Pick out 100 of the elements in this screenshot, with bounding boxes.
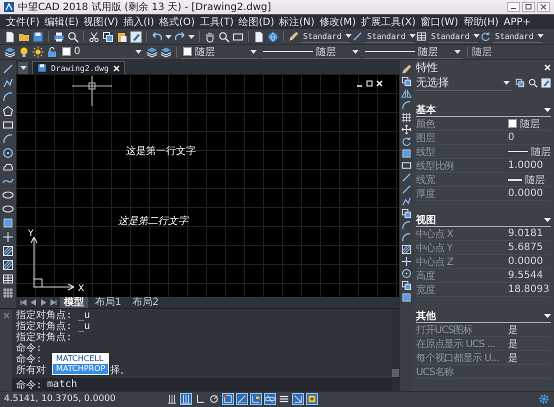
menu-item[interactable]: 标注(N) xyxy=(277,15,317,29)
grid-icon[interactable] xyxy=(401,112,412,123)
restore-button[interactable] xyxy=(366,80,374,87)
search-icon[interactable] xyxy=(67,30,79,42)
rotate-icon[interactable] xyxy=(480,31,491,42)
move-icon[interactable] xyxy=(401,124,412,135)
collapse-icon[interactable] xyxy=(544,106,551,112)
close-button[interactable] xyxy=(537,2,550,12)
minimize-button[interactable] xyxy=(507,2,520,12)
arc-icon[interactable] xyxy=(2,133,14,145)
scrollbar[interactable] xyxy=(392,309,400,391)
save-icon[interactable] xyxy=(32,30,44,42)
gear-icon[interactable] xyxy=(538,393,550,405)
document-tab[interactable]: Drawing2.dwg xyxy=(32,61,125,74)
ellipse-icon[interactable] xyxy=(2,203,14,215)
arc-icon[interactable] xyxy=(401,220,412,231)
tab-list-button[interactable] xyxy=(18,62,28,74)
layout-tab[interactable]: 布局2 xyxy=(128,297,163,308)
rectangle-icon[interactable] xyxy=(2,119,14,131)
plot-style-field[interactable]: 随层 xyxy=(472,45,492,59)
search-icon[interactable] xyxy=(218,30,230,42)
style-dropdown[interactable]: Standard xyxy=(365,30,414,43)
line-icon[interactable] xyxy=(352,31,363,42)
copy-icon[interactable] xyxy=(401,208,412,219)
style-dropdown[interactable]: Standard xyxy=(429,30,478,43)
point-icon[interactable] xyxy=(2,231,14,243)
scissors-icon[interactable] xyxy=(88,30,100,42)
first-tab-button[interactable] xyxy=(20,299,27,306)
menu-item[interactable]: 绘图(D) xyxy=(236,15,276,29)
menu-item[interactable]: 工具(T) xyxy=(198,15,236,29)
hatch-icon[interactable] xyxy=(2,259,14,271)
arc-icon[interactable] xyxy=(401,100,412,111)
search-icon[interactable] xyxy=(528,78,538,88)
copy-icon[interactable] xyxy=(401,76,412,87)
menu-item[interactable]: 修改(M) xyxy=(318,15,358,29)
square-icon[interactable] xyxy=(401,148,412,159)
bulb-icon[interactable] xyxy=(18,46,30,58)
command-input[interactable]: 命令: match xyxy=(12,378,392,391)
layers-icon[interactable] xyxy=(146,46,158,58)
copy-icon[interactable] xyxy=(102,30,114,42)
table-icon[interactable] xyxy=(2,273,14,285)
lock-icon[interactable] xyxy=(46,46,58,58)
grid-toggle[interactable] xyxy=(166,393,178,405)
copy-icon[interactable] xyxy=(401,280,412,291)
menu-item[interactable]: 扩展工具(X) xyxy=(358,15,418,29)
layer-dropdown[interactable]: 0 xyxy=(60,46,144,58)
layers-icon[interactable] xyxy=(160,46,172,58)
maximize-button[interactable] xyxy=(522,2,535,12)
selection-dropdown[interactable]: 无选择 xyxy=(416,76,512,90)
menu-item[interactable]: 帮助(H) xyxy=(461,15,501,29)
mirror-icon[interactable] xyxy=(401,88,412,99)
rectangle-icon[interactable] xyxy=(232,30,244,42)
last-tab-button[interactable] xyxy=(50,299,57,306)
polygon-icon[interactable] xyxy=(2,105,14,117)
menu-item[interactable]: 插入(I) xyxy=(121,15,156,29)
printer-icon[interactable] xyxy=(53,30,65,42)
menu-item[interactable]: 格式(O) xyxy=(157,15,197,29)
redo-icon[interactable] xyxy=(174,30,186,42)
menu-item[interactable]: APP+ xyxy=(502,16,533,28)
menu-item[interactable]: 文件(F) xyxy=(4,15,42,29)
undo-icon[interactable] xyxy=(151,30,163,42)
layers-icon[interactable] xyxy=(4,46,16,58)
globe-icon[interactable] xyxy=(267,30,279,42)
polyline-icon[interactable] xyxy=(401,196,412,207)
color-dropdown[interactable]: 随层 xyxy=(181,46,259,58)
lineweight-toggle[interactable] xyxy=(278,393,290,405)
cloud-icon[interactable] xyxy=(2,161,14,173)
polyline-icon[interactable] xyxy=(2,77,14,89)
drawing-canvas[interactable]: 这是第一行文字 这是第二行文字 Y X xyxy=(16,74,400,297)
table-icon[interactable] xyxy=(416,31,427,42)
pencil-icon[interactable] xyxy=(288,31,299,42)
hand-icon[interactable] xyxy=(204,30,216,42)
point-icon[interactable] xyxy=(401,256,412,267)
layout-tab[interactable]: 模型 xyxy=(60,297,88,308)
arc-icon[interactable] xyxy=(401,232,412,243)
arc-icon[interactable] xyxy=(2,91,14,103)
rotate-icon[interactable] xyxy=(401,136,412,147)
ellipse-icon[interactable] xyxy=(2,189,14,201)
copy-icon[interactable] xyxy=(515,78,525,88)
pencil-icon[interactable] xyxy=(401,64,412,75)
line-icon[interactable] xyxy=(401,172,412,183)
lineweight-dropdown[interactable]: 随层 xyxy=(363,46,463,58)
previous-tab-button[interactable] xyxy=(30,299,37,306)
line-icon[interactable] xyxy=(401,184,412,195)
rectangle-icon[interactable] xyxy=(401,160,412,171)
circle-icon[interactable] xyxy=(401,268,412,279)
collapse-icon[interactable] xyxy=(544,312,551,318)
square-icon[interactable] xyxy=(2,217,14,229)
drawing-text[interactable]: 这是第一行文字 xyxy=(126,144,196,158)
style-dropdown[interactable]: Standard xyxy=(301,30,350,43)
grid-icon[interactable] xyxy=(2,287,14,299)
style-dropdown[interactable]: Standard xyxy=(493,30,542,43)
sun-icon[interactable] xyxy=(32,46,44,58)
next-tab-button[interactable] xyxy=(40,299,47,306)
menu-item[interactable]: 窗口(W) xyxy=(418,15,460,29)
layout-tab[interactable]: 布局1 xyxy=(91,297,126,308)
linetype-dropdown[interactable]: 随层 xyxy=(261,46,361,58)
menu-item[interactable]: 视图(V) xyxy=(82,15,120,29)
drawing-text[interactable]: 这是第二行文字 xyxy=(118,214,188,228)
line-icon[interactable] xyxy=(2,63,14,75)
